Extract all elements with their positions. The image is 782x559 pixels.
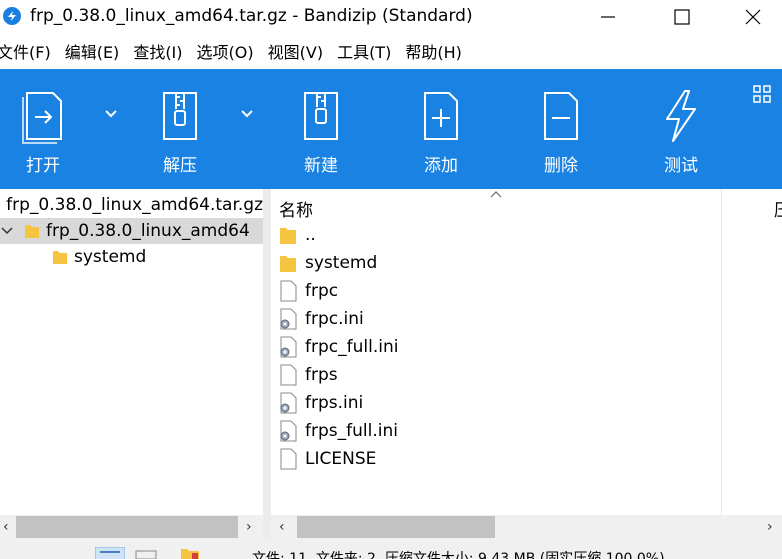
maximize-button[interactable] — [656, 0, 708, 34]
file-name: frpc.ini — [305, 309, 364, 329]
add-label: 添加 — [424, 156, 458, 176]
tree-item-root-folder[interactable]: frp_0.38.0_linux_amd64 — [0, 218, 263, 244]
view-grid-icon[interactable] — [752, 84, 772, 104]
config-file-icon — [280, 308, 297, 330]
config-file-icon — [280, 392, 297, 414]
menu-tools[interactable]: 工具(T) — [337, 42, 391, 64]
bandizip-app-icon — [3, 7, 21, 25]
tree-archive-label: frp_0.38.0_linux_amd64.tar.gz — [6, 195, 263, 215]
file-list-item[interactable]: LICENSE — [271, 445, 721, 473]
menu-find[interactable]: 查找(I) — [133, 42, 182, 64]
open-button[interactable]: 打开 — [8, 87, 78, 187]
open-dropdown-chevron-icon[interactable] — [104, 109, 118, 119]
file-list-scroll-thumb[interactable] — [297, 516, 495, 538]
new-button[interactable]: 新建 — [286, 87, 356, 187]
delete-label: 删除 — [544, 156, 578, 176]
delete-button[interactable]: 删除 — [526, 87, 596, 187]
file-list-item[interactable]: frps.ini — [271, 389, 721, 417]
file-icon — [280, 448, 297, 470]
folder-tree-pane: frp_0.38.0_linux_amd64.tar.gz frp_0.38.0… — [0, 189, 263, 515]
title-bar: frp_0.38.0_linux_amd64.tar.gz - Bandizip… — [0, 0, 782, 36]
open-label: 打开 — [26, 156, 60, 176]
minimize-button[interactable] — [582, 0, 634, 34]
window-title: frp_0.38.0_linux_amd64.tar.gz - Bandizip… — [30, 6, 473, 26]
file-name: frps.ini — [305, 393, 364, 413]
tree-systemd-label: systemd — [74, 247, 147, 267]
menu-edit[interactable]: 编辑(E) — [65, 42, 120, 64]
extract-dropdown-chevron-icon[interactable] — [240, 109, 254, 119]
scroll-right-icon[interactable]: › — [767, 519, 773, 535]
file-name: frps_full.ini — [305, 421, 398, 441]
menu-file[interactable]: 文件(F) — [0, 42, 51, 64]
file-list-item[interactable]: frpc.ini — [271, 305, 721, 333]
file-list-item[interactable]: systemd — [271, 249, 721, 277]
file-list-item[interactable]: .. — [271, 221, 721, 249]
chevron-down-icon[interactable] — [0, 224, 14, 238]
file-list-item[interactable]: frpc — [271, 277, 721, 305]
file-list-pane: 名称 压 .. systemd frpc frpc.ini frpc_full.inif… — [271, 189, 782, 515]
column-compressed-header[interactable]: 压 — [774, 196, 782, 221]
file-name: systemd — [305, 253, 378, 273]
folder-icon[interactable] — [180, 547, 200, 559]
file-name: LICENSE — [305, 449, 377, 469]
test-button[interactable]: 测试 — [646, 87, 716, 187]
new-archive-icon — [304, 92, 338, 140]
add-button[interactable]: 添加 — [406, 87, 476, 187]
folder-icon — [53, 251, 67, 264]
extract-button[interactable]: 解压 — [145, 87, 215, 187]
extract-label: 解压 — [163, 156, 197, 176]
file-icon — [280, 280, 297, 302]
file-list-item[interactable]: frpc_full.ini — [271, 333, 721, 361]
lightning-icon — [666, 90, 696, 142]
sort-ascending-icon — [490, 191, 502, 198]
scroll-right-icon[interactable]: › — [246, 519, 252, 535]
tree-scroll-thumb[interactable] — [16, 516, 238, 538]
status-bar: 文件: 11, 文件夹: 2, 压缩文件大小: 9.43 MB (固实压缩 10… — [0, 541, 782, 559]
add-file-icon — [424, 92, 458, 140]
file-list-horizontal-scrollbar[interactable]: ‹ › — [271, 515, 782, 541]
menu-options[interactable]: 选项(O) — [197, 42, 254, 64]
folder-icon — [280, 228, 296, 244]
pane-splitter[interactable] — [263, 189, 271, 541]
tree-item-archive[interactable]: frp_0.38.0_linux_amd64.tar.gz — [0, 192, 263, 218]
folder-icon — [25, 225, 39, 238]
config-file-icon — [280, 420, 297, 442]
folder-icon — [280, 256, 296, 272]
scroll-left-icon[interactable]: ‹ — [279, 519, 285, 535]
toolbar: 打开 解压 新建 添加 删除 测试 — [0, 69, 782, 189]
delete-file-icon — [544, 92, 578, 140]
tree-item-systemd[interactable]: systemd — [0, 244, 263, 270]
menu-view[interactable]: 视图(V) — [268, 42, 323, 64]
list-view-icon[interactable] — [135, 548, 157, 559]
close-button[interactable] — [727, 0, 779, 34]
scroll-left-icon[interactable]: ‹ — [3, 519, 9, 535]
menu-help[interactable]: 帮助(H) — [405, 42, 462, 64]
tree-horizontal-scrollbar[interactable]: ‹ › — [0, 515, 263, 541]
column-divider — [721, 189, 722, 515]
config-file-icon — [280, 336, 297, 358]
new-label: 新建 — [304, 156, 338, 176]
close-icon — [745, 9, 761, 25]
file-name: frpc — [305, 281, 339, 301]
column-name-header[interactable]: 名称 — [279, 196, 313, 221]
file-name: frpc_full.ini — [305, 337, 399, 357]
tree-root-folder-label: frp_0.38.0_linux_amd64 — [46, 221, 250, 241]
file-list-header: 名称 压 — [271, 189, 782, 221]
menu-bar: 文件(F) 编辑(E) 查找(I) 选项(O) 视图(V) 工具(T) 帮助(H… — [0, 38, 782, 68]
file-name: .. — [305, 225, 316, 245]
file-list-item[interactable]: frps_full.ini — [271, 417, 721, 445]
file-list-item[interactable]: frps — [271, 361, 721, 389]
extract-zip-icon — [163, 92, 197, 140]
status-text: 文件: 11, 文件夹: 2, 压缩文件大小: 9.43 MB (固实压缩 10… — [252, 551, 665, 559]
open-archive-icon — [22, 92, 62, 144]
file-name: frps — [305, 365, 338, 385]
maximize-icon — [674, 9, 690, 25]
test-label: 测试 — [664, 156, 698, 176]
file-icon — [280, 364, 297, 386]
details-view-icon[interactable] — [95, 547, 125, 559]
minimize-icon — [601, 16, 615, 18]
